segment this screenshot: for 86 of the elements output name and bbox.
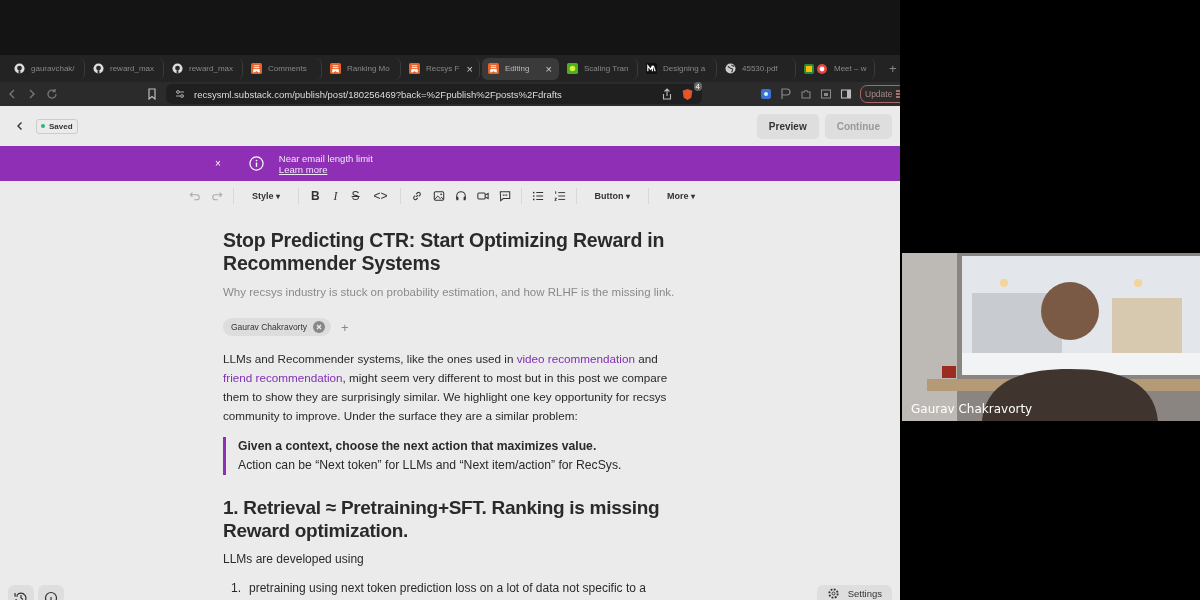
format-button[interactable]: B xyxy=(308,189,322,203)
link[interactable]: video recommendation xyxy=(516,352,635,365)
browser-tab[interactable]: Editing × xyxy=(482,57,559,80)
url-text: recsysml.substack.com/publish/post/180256469?back=%2Fpublish%2Fposts%2Fdrafts xyxy=(194,88,563,100)
tab-title: Ranking Mo xyxy=(347,64,391,73)
browser-tab[interactable]: Ranking Mo xyxy=(324,57,401,80)
body-paragraph: LLMs and Recommender systems, like the ones used in video recommendation and friend recommendation, might seem very different to most but in this post we compare them to show they are surprisingly similar. We highlight one key opportunity for recsys community to improve. Under the surface they are a similar problem: xyxy=(223,351,669,424)
leaf-icon xyxy=(567,63,578,74)
remove-icon[interactable] xyxy=(313,321,326,333)
browser-tab[interactable]: reward_max xyxy=(87,57,164,80)
format-button[interactable]: I xyxy=(331,188,340,204)
sidebar-icon[interactable] xyxy=(840,88,852,100)
browser-tab[interactable]: Comments xyxy=(245,57,322,80)
headphones-icon[interactable] xyxy=(454,190,467,202)
close-button[interactable]: × xyxy=(215,158,221,169)
site-settings-icon[interactable] xyxy=(174,88,186,100)
button-menu[interactable]: Button ▾ xyxy=(586,191,639,201)
tab-title: Scaling Tran xyxy=(584,64,630,73)
bookmark-icon xyxy=(409,63,420,74)
body-paragraph: LLMs are developed using xyxy=(223,552,365,566)
window-icon[interactable] xyxy=(820,88,832,100)
format-button[interactable]: S xyxy=(349,189,362,203)
list-item-text: pretraining using next token prediction loss on a lot of data not specific to a xyxy=(249,581,646,595)
saved-status: Saved xyxy=(36,118,78,134)
format-button[interactable]: <> xyxy=(371,189,390,203)
tab-title: reward_max xyxy=(110,64,155,73)
image-icon[interactable] xyxy=(432,190,445,202)
settings-icon xyxy=(826,587,840,600)
browser-tab[interactable]: reward_max xyxy=(166,57,243,80)
participant-name: Gaurav Chakravorty xyxy=(911,402,1033,416)
github-icon xyxy=(14,63,25,74)
browser-tab[interactable]: Meet – w xyxy=(798,57,875,80)
tab-title: gauravchak/ xyxy=(31,64,76,73)
address-field[interactable]: recsysml.substack.com/publish/post/180256469?back=%2Fpublish%2Fposts%2Fdrafts 4 xyxy=(166,84,702,104)
shield-icon[interactable] xyxy=(681,87,694,101)
github-icon xyxy=(172,63,183,74)
link[interactable]: friend recommendation xyxy=(223,371,343,384)
style-menu[interactable]: Style ▾ xyxy=(243,191,288,201)
history-icon xyxy=(14,590,28,600)
tab-title: Meet – w xyxy=(834,64,868,73)
new-tab-button[interactable]: + xyxy=(883,60,900,77)
bookmark-icon[interactable] xyxy=(146,88,158,100)
puzzle-icon[interactable] xyxy=(800,88,812,100)
settings-button[interactable]: Settings xyxy=(816,585,892,600)
author-chip[interactable]: Gaurav Chakravorty xyxy=(223,318,332,336)
bullet-list-icon[interactable] xyxy=(531,190,544,202)
quote-text: Given a context, choose the next action that maximizes value. xyxy=(238,438,598,455)
close-tab-button[interactable]: × xyxy=(466,62,473,75)
browser-tab[interactable]: Scaling Tran xyxy=(561,57,638,80)
bookmark-icon xyxy=(330,63,341,74)
tab-title: reward_max xyxy=(189,64,234,73)
browser-tab[interactable]: Recsys F × xyxy=(403,57,480,80)
shield-count: 4 xyxy=(693,81,702,91)
tab-title: Comments xyxy=(268,64,308,73)
extension-icon[interactable] xyxy=(760,88,772,100)
quote-text: Action can be “Next token” for LLMs and “Next item/action” for RecSys. xyxy=(238,457,623,474)
post-title[interactable]: Stop Predicting CTR: Start Optimizing Reward in Recommender Systems xyxy=(223,229,679,275)
info-icon xyxy=(44,590,58,600)
info-icon xyxy=(248,156,264,171)
video-icon[interactable] xyxy=(476,190,489,202)
bookmark-icon xyxy=(251,63,262,74)
browser-tab[interactable]: 45530.pdf xyxy=(719,57,796,80)
close-tab-button[interactable]: × xyxy=(545,62,552,75)
globe-icon xyxy=(725,63,736,74)
bookmark-icon xyxy=(488,63,499,74)
browser-tab[interactable]: gauravchak/ xyxy=(8,57,85,80)
browser-tab[interactable]: Designing a xyxy=(640,57,717,80)
section-heading: 1. Retrieval ≈ Pretraining+SFT. Ranking is missing Reward optimization. xyxy=(223,496,661,542)
numbered-list-icon[interactable] xyxy=(553,190,566,202)
learn-more-link[interactable]: Learn more xyxy=(278,163,373,175)
share-icon[interactable] xyxy=(661,88,673,100)
reload-icon[interactable] xyxy=(46,88,58,100)
meet-icon xyxy=(804,62,828,75)
tab-title: Designing a xyxy=(663,64,707,73)
update-button[interactable]: Update xyxy=(860,85,900,103)
tab-title: 45530.pdf xyxy=(742,64,779,73)
banner-message: Near email length limit xyxy=(278,152,373,164)
github-icon xyxy=(93,63,104,74)
list-number: 1. xyxy=(231,581,241,595)
more-menu[interactable]: More ▾ xyxy=(659,191,704,201)
preview-button[interactable]: Preview xyxy=(756,113,819,139)
tab-title: Recsys F xyxy=(426,64,461,73)
tab-title: Editing xyxy=(505,64,531,73)
link-icon[interactable] xyxy=(410,190,423,202)
comment-icon[interactable] xyxy=(498,190,511,202)
logo-icon xyxy=(646,63,657,74)
